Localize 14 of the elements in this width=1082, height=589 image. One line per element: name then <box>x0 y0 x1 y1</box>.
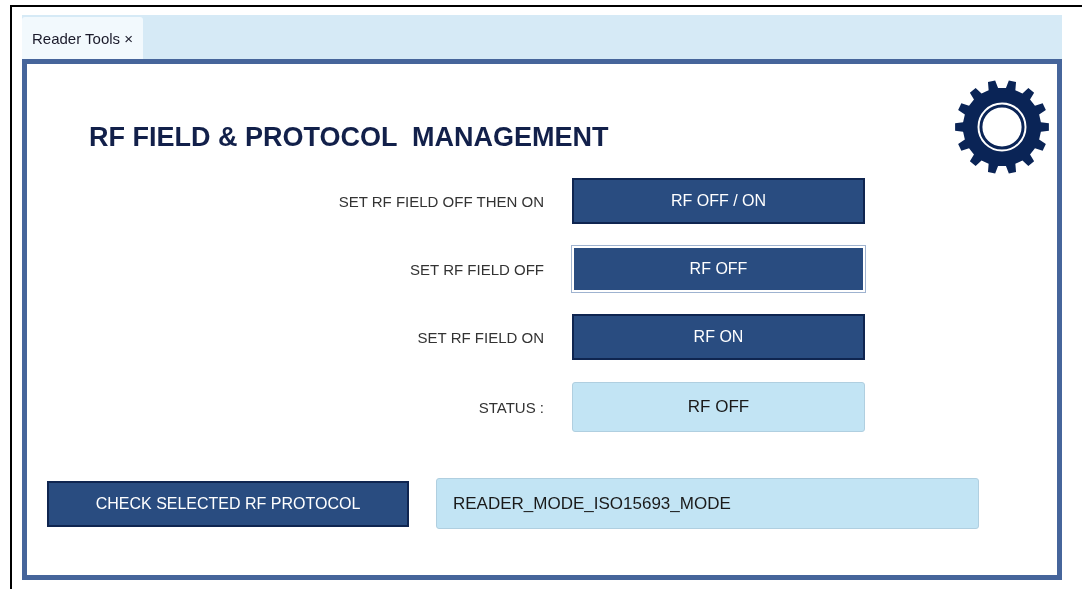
status-display: RF OFF <box>572 382 865 432</box>
rf-button[interactable]: RF ON <box>572 314 865 360</box>
row-label: STATUS : <box>477 398 544 416</box>
page-title: RF FIELD & PROTOCOL MANAGEMENT <box>89 122 609 153</box>
row-label: SET RF FIELD OFF THEN ON <box>337 192 544 210</box>
gear-icon <box>953 78 1051 176</box>
close-icon[interactable]: × <box>124 29 133 47</box>
protocol-field: READER_MODE_ISO15693_MODE <box>436 478 979 529</box>
rf-button[interactable]: RF OFF / ON <box>572 178 865 224</box>
check-protocol-button[interactable]: CHECK SELECTED RF PROTOCOL <box>47 480 409 527</box>
tab[interactable]: Reader Tools × <box>22 17 143 59</box>
row-label: SET RF FIELD OFF <box>409 260 544 278</box>
rf-button[interactable]: RF OFF <box>572 246 865 292</box>
row-label: SET RF FIELD ON <box>416 328 544 346</box>
